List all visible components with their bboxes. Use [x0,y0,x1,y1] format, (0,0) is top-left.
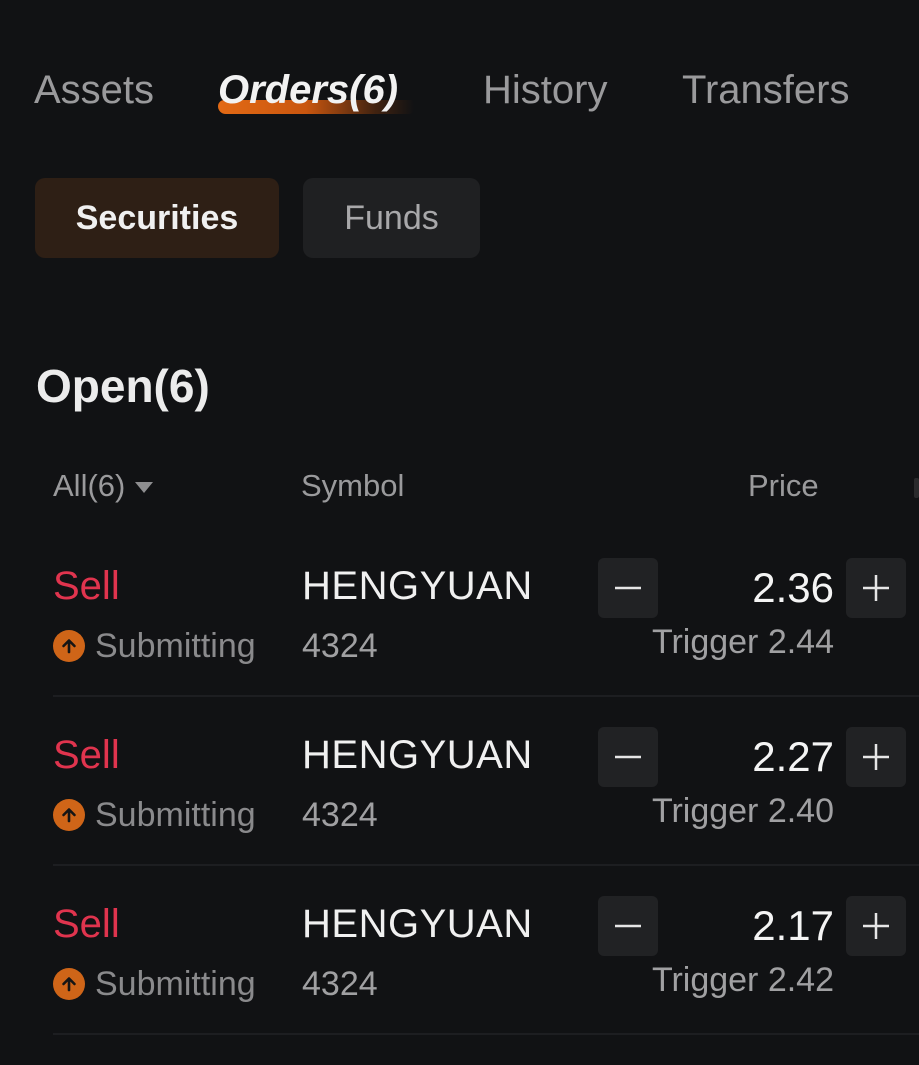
order-price[interactable]: 2.17 [752,900,834,952]
symbol-name: HENGYUAN [302,733,533,777]
decrease-price-button[interactable] [598,727,658,787]
symbol-name: HENGYUAN [302,902,533,946]
tab-assets[interactable]: Assets [34,62,154,118]
order-status-label: Submitting [95,965,256,1003]
symbol-column-header: Symbol [301,468,405,503]
securities-label: Securities [75,199,239,237]
trigger-price: Trigger 2.42 [651,961,834,999]
caret-down-icon [135,481,154,493]
tab-orders-label: Orders(6) [218,68,399,112]
trigger-price: Trigger 2.44 [651,623,834,661]
symbol-code: 4324 [302,796,378,834]
price-column-header: Price [748,468,819,503]
order-filter-dropdown[interactable]: All(6) [53,466,154,506]
order-status: Submitting [53,793,256,837]
order-side: Sell [53,564,120,608]
trigger-price: Trigger 2.40 [651,792,834,830]
order-status: Submitting [53,624,256,668]
symbol-code: 4324 [302,627,378,665]
minus-icon [615,755,641,759]
tab-history[interactable]: History [483,62,607,118]
symbol-name: HENGYUAN [302,564,533,608]
arrow-up-circle-icon [53,968,85,1000]
tab-transfers-label: Transfers [682,68,850,112]
row-divider [53,1033,919,1035]
tab-history-label: History [483,68,608,112]
increase-price-button[interactable] [846,896,906,956]
decrease-price-button[interactable] [598,896,658,956]
filter-label: All(6) [53,468,126,503]
order-row[interactable]: Sell Submitting HENGYUAN 4324 2.17 Trigg… [0,866,919,1035]
order-status: Submitting [53,962,256,1006]
order-price[interactable]: 2.36 [752,562,834,614]
arrow-up-circle-icon [53,799,85,831]
order-status-label: Submitting [95,796,256,834]
increase-price-button[interactable] [846,727,906,787]
arrow-up-circle-icon [53,630,85,662]
plus-icon [863,744,889,770]
column-header-overflow [914,478,919,498]
funds-label: Funds [344,199,439,237]
order-row[interactable]: Sell Submitting HENGYUAN 4324 2.27 Trigg… [0,697,919,866]
increase-price-button[interactable] [846,558,906,618]
plus-icon [863,913,889,939]
plus-icon [863,575,889,601]
decrease-price-button[interactable] [598,558,658,618]
order-price[interactable]: 2.27 [752,731,834,783]
minus-icon [615,586,641,590]
order-row[interactable]: Sell Submitting HENGYUAN 4324 2.36 Trigg… [0,528,919,697]
order-side: Sell [53,733,120,777]
tab-assets-label: Assets [34,68,155,112]
tab-transfers[interactable]: Transfers [682,62,849,118]
securities-segment-button[interactable]: Securities [35,178,279,258]
order-status-label: Submitting [95,627,256,665]
symbol-code: 4324 [302,965,378,1003]
open-orders-title: Open(6) [36,360,210,412]
top-tab-bar: Assets Orders(6) History Transfers [34,62,919,122]
funds-segment-button[interactable]: Funds [303,178,480,258]
minus-icon [615,924,641,928]
order-side: Sell [53,902,120,946]
tab-orders[interactable]: Orders(6) [218,62,398,118]
